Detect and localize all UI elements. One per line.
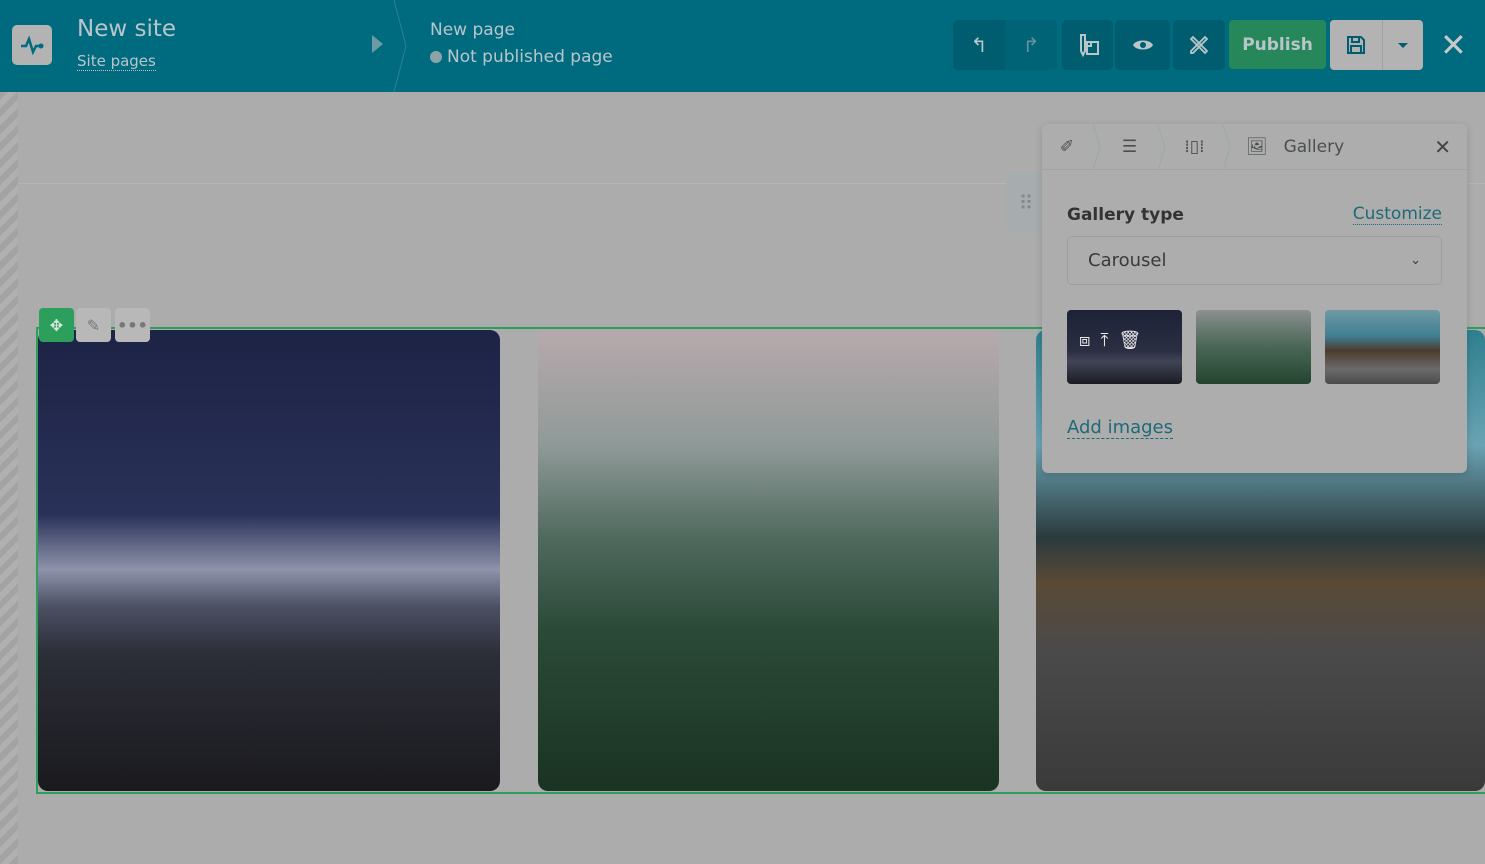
eye-icon [1132, 40, 1153, 50]
pencil-ruler-icon: ✐ [1059, 136, 1075, 157]
brush-frame-icon [1079, 34, 1099, 58]
thumbnail-forest[interactable] [1196, 310, 1311, 384]
gallery-image-mountains[interactable] [38, 330, 500, 791]
move-icon: ✥ [49, 315, 64, 335]
gallery-image-forest[interactable] [538, 330, 999, 791]
breadcrumb-gallery: 🖼 Gallery [1232, 124, 1344, 170]
floppy-disk-icon [1347, 36, 1365, 54]
top-bar: New site Site pages New page Not publish… [0, 0, 1485, 92]
design-button[interactable] [1062, 20, 1113, 70]
gallery-type-label: Gallery type [1067, 205, 1184, 225]
breadcrumb-separator [1157, 123, 1166, 170]
crop-icon[interactable]: ⧈ [1079, 330, 1090, 351]
add-images-link[interactable]: Add images [1067, 417, 1174, 439]
gallery-type-value: Carousel [1088, 250, 1167, 271]
breadcrumb-section[interactable]: ☰ [1102, 124, 1157, 170]
chevron-down-icon: ⌄ [1410, 253, 1421, 268]
site-title: New site [77, 16, 177, 42]
trash-icon[interactable]: 🗑 [1118, 330, 1141, 351]
page-status-text: Not published page [447, 47, 613, 67]
section-icon: ☰ [1121, 136, 1138, 157]
breadcrumb-separator [1092, 123, 1101, 170]
left-edge-stripe [0, 92, 18, 864]
redo-button[interactable]: ↱ [1005, 20, 1057, 70]
gallery-settings-panel: ✐ ☰ ⁞▯⁞ 🖼 Gallery ✕ Gallery type Customiz… [1042, 123, 1467, 473]
thumbnail-mountains[interactable]: ⧈ ⤒ 🗑 [1067, 310, 1182, 384]
breadcrumb-column[interactable]: ⁞▯⁞ [1167, 124, 1222, 170]
more-options-button[interactable]: ••• [115, 308, 150, 342]
gallery-type-select[interactable]: Carousel ⌄ [1067, 236, 1442, 285]
gallery-icon: 🖼 [1246, 136, 1268, 157]
breadcrumb-design[interactable]: ✐ [1042, 124, 1092, 170]
preview-button[interactable] [1115, 20, 1170, 70]
undo-button[interactable]: ↰ [953, 20, 1005, 70]
save-options-dropdown[interactable] [1383, 20, 1423, 70]
breadcrumb-separator [1222, 123, 1231, 170]
customize-link[interactable]: Customize [1352, 204, 1442, 225]
panel-drag-handle[interactable]: ⠿ [1006, 172, 1046, 234]
site-logo-icon[interactable] [12, 25, 52, 65]
caret-down-icon [1398, 42, 1408, 48]
edit-block-button[interactable]: ✎ [76, 308, 111, 342]
site-pages-link[interactable]: Site pages [77, 52, 156, 71]
panel-breadcrumb: ✐ ☰ ⁞▯⁞ 🖼 Gallery ✕ [1042, 123, 1467, 170]
column-icon: ⁞▯⁞ [1184, 136, 1205, 157]
thumbnail-actions: ⧈ ⤒ 🗑 [1079, 330, 1141, 351]
breadcrumb-arrow-icon[interactable] [372, 35, 383, 53]
publish-button[interactable]: Publish [1229, 20, 1326, 69]
move-block-button[interactable]: ✥ [39, 308, 74, 342]
pencil-icon: ✎ [86, 315, 101, 335]
close-icon: ✕ [1434, 135, 1451, 159]
status-dot-icon [430, 51, 442, 63]
breadcrumb-divider [393, 0, 407, 92]
more-dots-icon: ••• [117, 315, 148, 335]
pencil-ruler-icon [1189, 35, 1209, 55]
close-panel-button[interactable]: ✕ [1434, 135, 1451, 159]
close-icon: ✕ [1440, 26, 1467, 64]
redo-icon: ↱ [1022, 33, 1040, 57]
thumbnail-road[interactable] [1325, 310, 1440, 384]
tools-button[interactable] [1173, 20, 1225, 70]
panel-title: Gallery [1283, 136, 1345, 157]
save-button[interactable] [1330, 20, 1383, 70]
page-title: New page [430, 20, 515, 40]
close-editor-button[interactable]: ✕ [1440, 26, 1467, 64]
drag-grip-icon: ⠿ [1018, 191, 1034, 215]
undo-icon: ↰ [970, 33, 988, 57]
page-status: Not published page [430, 47, 613, 67]
upload-icon[interactable]: ⤒ [1100, 330, 1108, 351]
save-button-group [1330, 20, 1423, 70]
